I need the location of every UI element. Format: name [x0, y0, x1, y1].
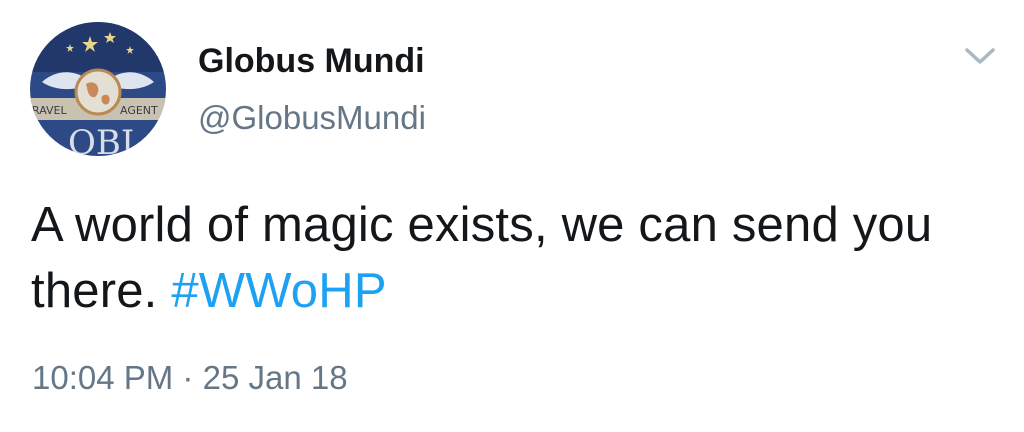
tweet-time: 10:04 PM: [32, 359, 174, 396]
svg-text:RAVEL: RAVEL: [32, 104, 67, 117]
svg-text:OBI: OBI: [68, 123, 134, 156]
chevron-down-icon[interactable]: [963, 44, 997, 68]
tweet-text: A world of magic exists, we can send you…: [31, 192, 991, 324]
avatar-image: RAVEL AGENT OBI: [30, 22, 166, 156]
hashtag-link[interactable]: #WWoHP: [171, 264, 386, 318]
display-name[interactable]: Globus Mundi: [198, 41, 425, 81]
user-handle[interactable]: @GlobusMundi: [198, 98, 426, 138]
svg-text:AGENT: AGENT: [120, 104, 158, 117]
tweet: RAVEL AGENT OBI Globus Mundi @GlobusMund…: [0, 0, 1024, 432]
meta-separator: ·: [182, 359, 194, 396]
tweet-body: A world of magic exists, we can send you…: [31, 198, 933, 318]
tweet-date: 25 Jan 18: [202, 359, 348, 396]
avatar[interactable]: RAVEL AGENT OBI: [30, 22, 166, 156]
tweet-timestamp[interactable]: 10:04 PM · 25 Jan 18: [32, 358, 348, 398]
